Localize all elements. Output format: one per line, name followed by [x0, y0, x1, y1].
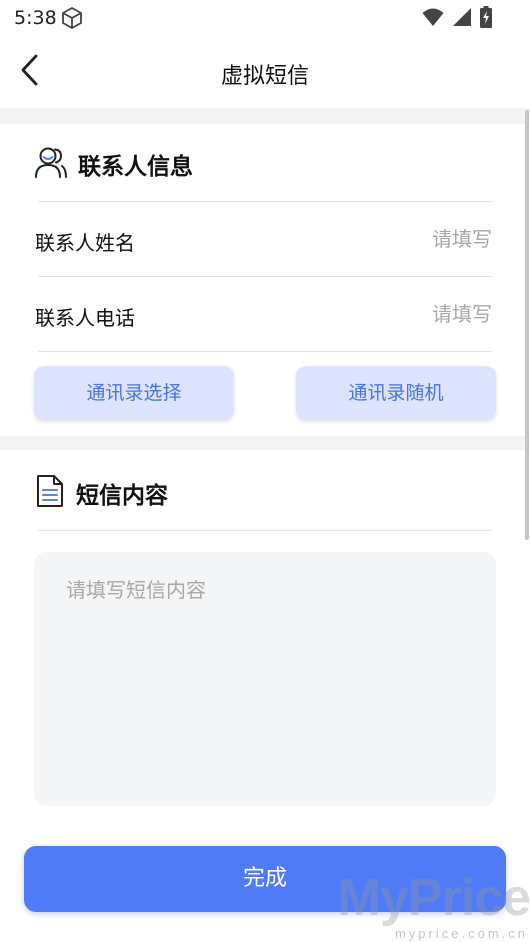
- divider: [38, 351, 492, 352]
- contact-section-title: 联系人信息: [78, 154, 193, 180]
- sms-section-header: 短信内容: [34, 474, 168, 512]
- phone-field-label: 联系人电话: [35, 306, 135, 330]
- watermark-url: myprice.com.cn: [394, 926, 528, 941]
- nav-bar: 虚拟短信: [0, 36, 530, 108]
- sms-section-title: 短信内容: [76, 483, 168, 509]
- contact-section-header: 联系人信息: [34, 145, 193, 183]
- status-time: 5:38: [14, 7, 57, 29]
- divider: [38, 201, 492, 202]
- section-gap: [0, 108, 530, 124]
- divider: [38, 276, 492, 277]
- sms-content-box: [34, 552, 496, 806]
- phone-input[interactable]: [310, 301, 494, 327]
- status-indicators: [422, 6, 492, 32]
- wifi-icon: [422, 7, 444, 31]
- name-input[interactable]: [310, 226, 494, 252]
- divider: [38, 530, 492, 531]
- scrollbar[interactable]: [525, 110, 529, 540]
- status-bar: 5:38: [0, 0, 530, 36]
- contact-select-button[interactable]: 通讯录选择: [34, 366, 234, 420]
- section-gap: [0, 436, 530, 450]
- signal-icon: [452, 7, 472, 31]
- name-field-label: 联系人姓名: [35, 231, 135, 255]
- sms-content-input[interactable]: [34, 552, 496, 806]
- submit-button[interactable]: 完成: [24, 846, 506, 912]
- contact-random-button[interactable]: 通讯录随机: [296, 366, 496, 420]
- contact-icon: [34, 145, 68, 183]
- page-title: 虚拟短信: [220, 64, 309, 89]
- battery-charging-icon: [480, 6, 492, 32]
- cube-icon: [60, 6, 84, 34]
- document-icon: [34, 474, 66, 512]
